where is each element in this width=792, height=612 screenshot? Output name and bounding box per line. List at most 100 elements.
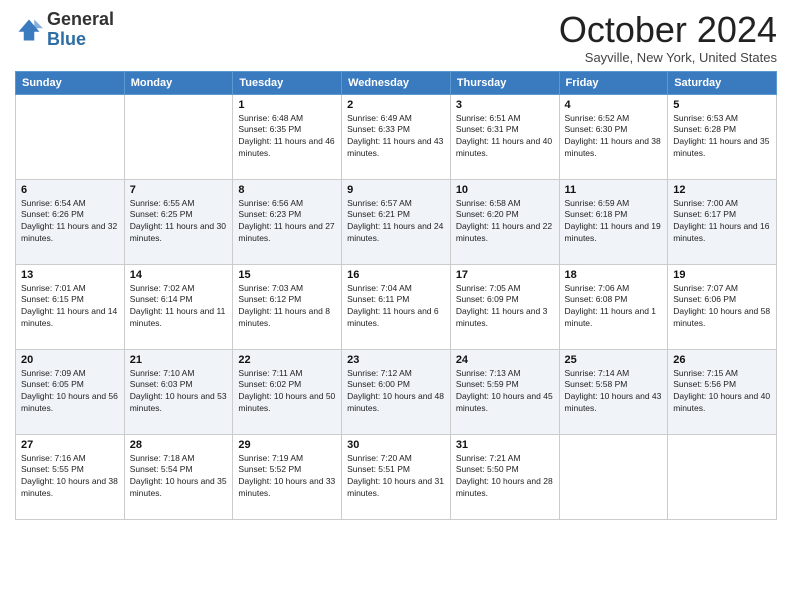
cell-w2-d7: 12Sunrise: 7:00 AM Sunset: 6:17 PM Dayli… — [668, 179, 777, 264]
day-info: Sunrise: 6:53 AM Sunset: 6:28 PM Dayligh… — [673, 113, 771, 161]
cell-w4-d4: 23Sunrise: 7:12 AM Sunset: 6:00 PM Dayli… — [342, 349, 451, 434]
day-info: Sunrise: 7:09 AM Sunset: 6:05 PM Dayligh… — [21, 368, 119, 416]
col-saturday: Saturday — [668, 71, 777, 94]
cell-w1-d6: 4 Sunrise: 6:52 AM Sunset: 6:30 PM Daylig… — [559, 94, 668, 179]
cell-w4-d1: 20 Sunrise: 7:09 AM Sunset: 6:05 PM Dayli… — [16, 349, 125, 434]
cell-w4-d6: 25 Sunrise: 7:14 AM Sunset: 5:58 PM Dayli… — [559, 349, 668, 434]
day-number: 3 — [456, 99, 554, 111]
col-tuesday: Tuesday — [233, 71, 342, 94]
day-number: 26 — [673, 354, 771, 366]
day-info: Sunrise: 7:05 AM Sunset: 6:09 PM Dayligh… — [456, 283, 554, 331]
cell-w5-d5: 31 Sunrise: 7:21 AM Sunset: 5:50 PM Dayli… — [450, 434, 559, 519]
day-number: 25 — [565, 354, 663, 366]
day-info: Sunrise: 6:57 AM Sunset: 6:21 PM Dayligh… — [347, 198, 445, 246]
day-number: 30 — [347, 439, 445, 451]
day-number: 20 — [21, 354, 119, 366]
day-number: 4 — [565, 99, 663, 111]
week-row-4: 20 Sunrise: 7:09 AM Sunset: 6:05 PM Dayli… — [16, 349, 777, 434]
logo-blue: Blue — [47, 29, 86, 49]
day-number: 10 — [456, 184, 554, 196]
cell-w1-d7: 5 Sunrise: 6:53 AM Sunset: 6:28 PM Daylig… — [668, 94, 777, 179]
cell-w4-d5: 24Sunrise: 7:13 AM Sunset: 5:59 PM Dayli… — [450, 349, 559, 434]
logo-general: General — [47, 9, 114, 29]
cell-w3-d4: 16 Sunrise: 7:04 AM Sunset: 6:11 PM Dayli… — [342, 264, 451, 349]
day-info: Sunrise: 7:19 AM Sunset: 5:52 PM Dayligh… — [238, 453, 336, 501]
cell-w5-d2: 28Sunrise: 7:18 AM Sunset: 5:54 PM Dayli… — [124, 434, 233, 519]
day-info: Sunrise: 6:54 AM Sunset: 6:26 PM Dayligh… — [21, 198, 119, 246]
day-info: Sunrise: 6:55 AM Sunset: 6:25 PM Dayligh… — [130, 198, 228, 246]
cell-w1-d2 — [124, 94, 233, 179]
day-number: 14 — [130, 269, 228, 281]
cell-w3-d2: 14 Sunrise: 7:02 AM Sunset: 6:14 PM Dayli… — [124, 264, 233, 349]
day-info: Sunrise: 7:16 AM Sunset: 5:55 PM Dayligh… — [21, 453, 119, 501]
cell-w2-d2: 7Sunrise: 6:55 AM Sunset: 6:25 PM Daylig… — [124, 179, 233, 264]
cell-w1-d5: 3Sunrise: 6:51 AM Sunset: 6:31 PM Daylig… — [450, 94, 559, 179]
day-info: Sunrise: 6:52 AM Sunset: 6:30 PM Dayligh… — [565, 113, 663, 161]
day-number: 24 — [456, 354, 554, 366]
day-number: 18 — [565, 269, 663, 281]
calendar-body: 1 Sunrise: 6:48 AM Sunset: 6:35 PM Daylig… — [16, 94, 777, 519]
day-number: 13 — [21, 269, 119, 281]
day-number: 29 — [238, 439, 336, 451]
header: General Blue October 2024 Sayville, New … — [15, 10, 777, 65]
day-info: Sunrise: 7:02 AM Sunset: 6:14 PM Dayligh… — [130, 283, 228, 331]
day-info: Sunrise: 7:21 AM Sunset: 5:50 PM Dayligh… — [456, 453, 554, 501]
week-row-2: 6Sunrise: 6:54 AM Sunset: 6:26 PM Daylig… — [16, 179, 777, 264]
cell-w3-d5: 17 Sunrise: 7:05 AM Sunset: 6:09 PM Dayli… — [450, 264, 559, 349]
logo-text: General Blue — [47, 10, 114, 50]
day-number: 11 — [565, 184, 663, 196]
day-number: 5 — [673, 99, 771, 111]
cell-w5-d3: 29 Sunrise: 7:19 AM Sunset: 5:52 PM Dayli… — [233, 434, 342, 519]
cell-w2-d6: 11 Sunrise: 6:59 AM Sunset: 6:18 PM Dayli… — [559, 179, 668, 264]
day-info: Sunrise: 6:49 AM Sunset: 6:33 PM Dayligh… — [347, 113, 445, 161]
cell-w2-d3: 8 Sunrise: 6:56 AM Sunset: 6:23 PM Daylig… — [233, 179, 342, 264]
cell-w3-d6: 18 Sunrise: 7:06 AM Sunset: 6:08 PM Dayli… — [559, 264, 668, 349]
day-info: Sunrise: 7:12 AM Sunset: 6:00 PM Dayligh… — [347, 368, 445, 416]
cell-w5-d4: 30 Sunrise: 7:20 AM Sunset: 5:51 PM Dayli… — [342, 434, 451, 519]
cell-w2-d1: 6Sunrise: 6:54 AM Sunset: 6:26 PM Daylig… — [16, 179, 125, 264]
title-block: October 2024 Sayville, New York, United … — [559, 10, 777, 65]
day-info: Sunrise: 6:56 AM Sunset: 6:23 PM Dayligh… — [238, 198, 336, 246]
cell-w5-d1: 27 Sunrise: 7:16 AM Sunset: 5:55 PM Dayli… — [16, 434, 125, 519]
day-number: 16 — [347, 269, 445, 281]
calendar: Sunday Monday Tuesday Wednesday Thursday… — [15, 71, 777, 520]
cell-w4-d2: 21Sunrise: 7:10 AM Sunset: 6:03 PM Dayli… — [124, 349, 233, 434]
day-info: Sunrise: 6:59 AM Sunset: 6:18 PM Dayligh… — [565, 198, 663, 246]
week-row-3: 13 Sunrise: 7:01 AM Sunset: 6:15 PM Dayli… — [16, 264, 777, 349]
day-number: 15 — [238, 269, 336, 281]
day-info: Sunrise: 7:03 AM Sunset: 6:12 PM Dayligh… — [238, 283, 336, 331]
day-number: 12 — [673, 184, 771, 196]
col-thursday: Thursday — [450, 71, 559, 94]
cell-w3-d7: 19 Sunrise: 7:07 AM Sunset: 6:06 PM Dayli… — [668, 264, 777, 349]
day-info: Sunrise: 6:58 AM Sunset: 6:20 PM Dayligh… — [456, 198, 554, 246]
col-monday: Monday — [124, 71, 233, 94]
day-info: Sunrise: 7:18 AM Sunset: 5:54 PM Dayligh… — [130, 453, 228, 501]
day-number: 8 — [238, 184, 336, 196]
day-info: Sunrise: 7:06 AM Sunset: 6:08 PM Dayligh… — [565, 283, 663, 331]
col-sunday: Sunday — [16, 71, 125, 94]
day-info: Sunrise: 6:48 AM Sunset: 6:35 PM Dayligh… — [238, 113, 336, 161]
logo: General Blue — [15, 10, 114, 50]
day-number: 9 — [347, 184, 445, 196]
day-number: 17 — [456, 269, 554, 281]
week-row-5: 27 Sunrise: 7:16 AM Sunset: 5:55 PM Dayli… — [16, 434, 777, 519]
col-wednesday: Wednesday — [342, 71, 451, 94]
day-info: Sunrise: 7:20 AM Sunset: 5:51 PM Dayligh… — [347, 453, 445, 501]
day-number: 1 — [238, 99, 336, 111]
cell-w1-d3: 1 Sunrise: 6:48 AM Sunset: 6:35 PM Daylig… — [233, 94, 342, 179]
day-info: Sunrise: 7:04 AM Sunset: 6:11 PM Dayligh… — [347, 283, 445, 331]
day-info: Sunrise: 7:07 AM Sunset: 6:06 PM Dayligh… — [673, 283, 771, 331]
cell-w3-d1: 13 Sunrise: 7:01 AM Sunset: 6:15 PM Dayli… — [16, 264, 125, 349]
calendar-header-row: Sunday Monday Tuesday Wednesday Thursday… — [16, 71, 777, 94]
day-info: Sunrise: 7:01 AM Sunset: 6:15 PM Dayligh… — [21, 283, 119, 331]
month-title: October 2024 — [559, 10, 777, 50]
day-number: 19 — [673, 269, 771, 281]
cell-w1-d4: 2Sunrise: 6:49 AM Sunset: 6:33 PM Daylig… — [342, 94, 451, 179]
day-number: 22 — [238, 354, 336, 366]
logo-icon — [15, 16, 43, 44]
day-number: 27 — [21, 439, 119, 451]
cell-w4-d7: 26Sunrise: 7:15 AM Sunset: 5:56 PM Dayli… — [668, 349, 777, 434]
day-number: 31 — [456, 439, 554, 451]
col-friday: Friday — [559, 71, 668, 94]
day-info: Sunrise: 7:14 AM Sunset: 5:58 PM Dayligh… — [565, 368, 663, 416]
